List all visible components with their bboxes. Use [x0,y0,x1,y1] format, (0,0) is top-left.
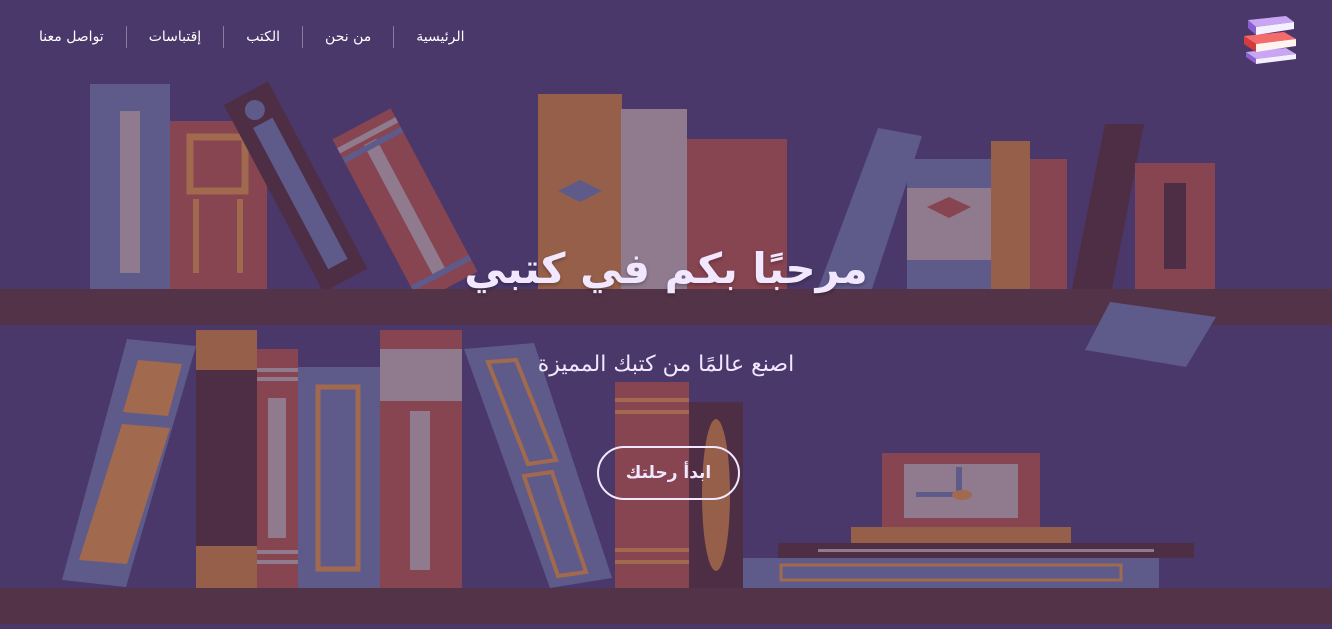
nav-contact-link[interactable]: تواصل معنا [26,26,126,48]
hero-title: مرحبًا بكم في كتبي [464,244,868,293]
nav-home-link[interactable]: الرئيسية [393,26,486,48]
start-journey-button[interactable]: ابدأ رحلتك [597,446,740,500]
nav-about-link[interactable]: من نحن [302,26,393,48]
nav-books-link[interactable]: الكتب [223,26,302,48]
bookshelf-illustration [0,81,1332,629]
nav-quotes-link[interactable]: إقتباسات [125,26,223,48]
books-stack-icon[interactable] [1238,12,1302,68]
hero-section [0,0,1332,629]
hero-subtitle: اصنع عالمًا من كتبك المميزة [537,352,795,377]
top-navbar: الرئيسية من نحن الكتب إقتباسات تواصل معن… [0,0,1332,76]
main-nav: الرئيسية من نحن الكتب إقتباسات تواصل معن… [26,26,486,48]
